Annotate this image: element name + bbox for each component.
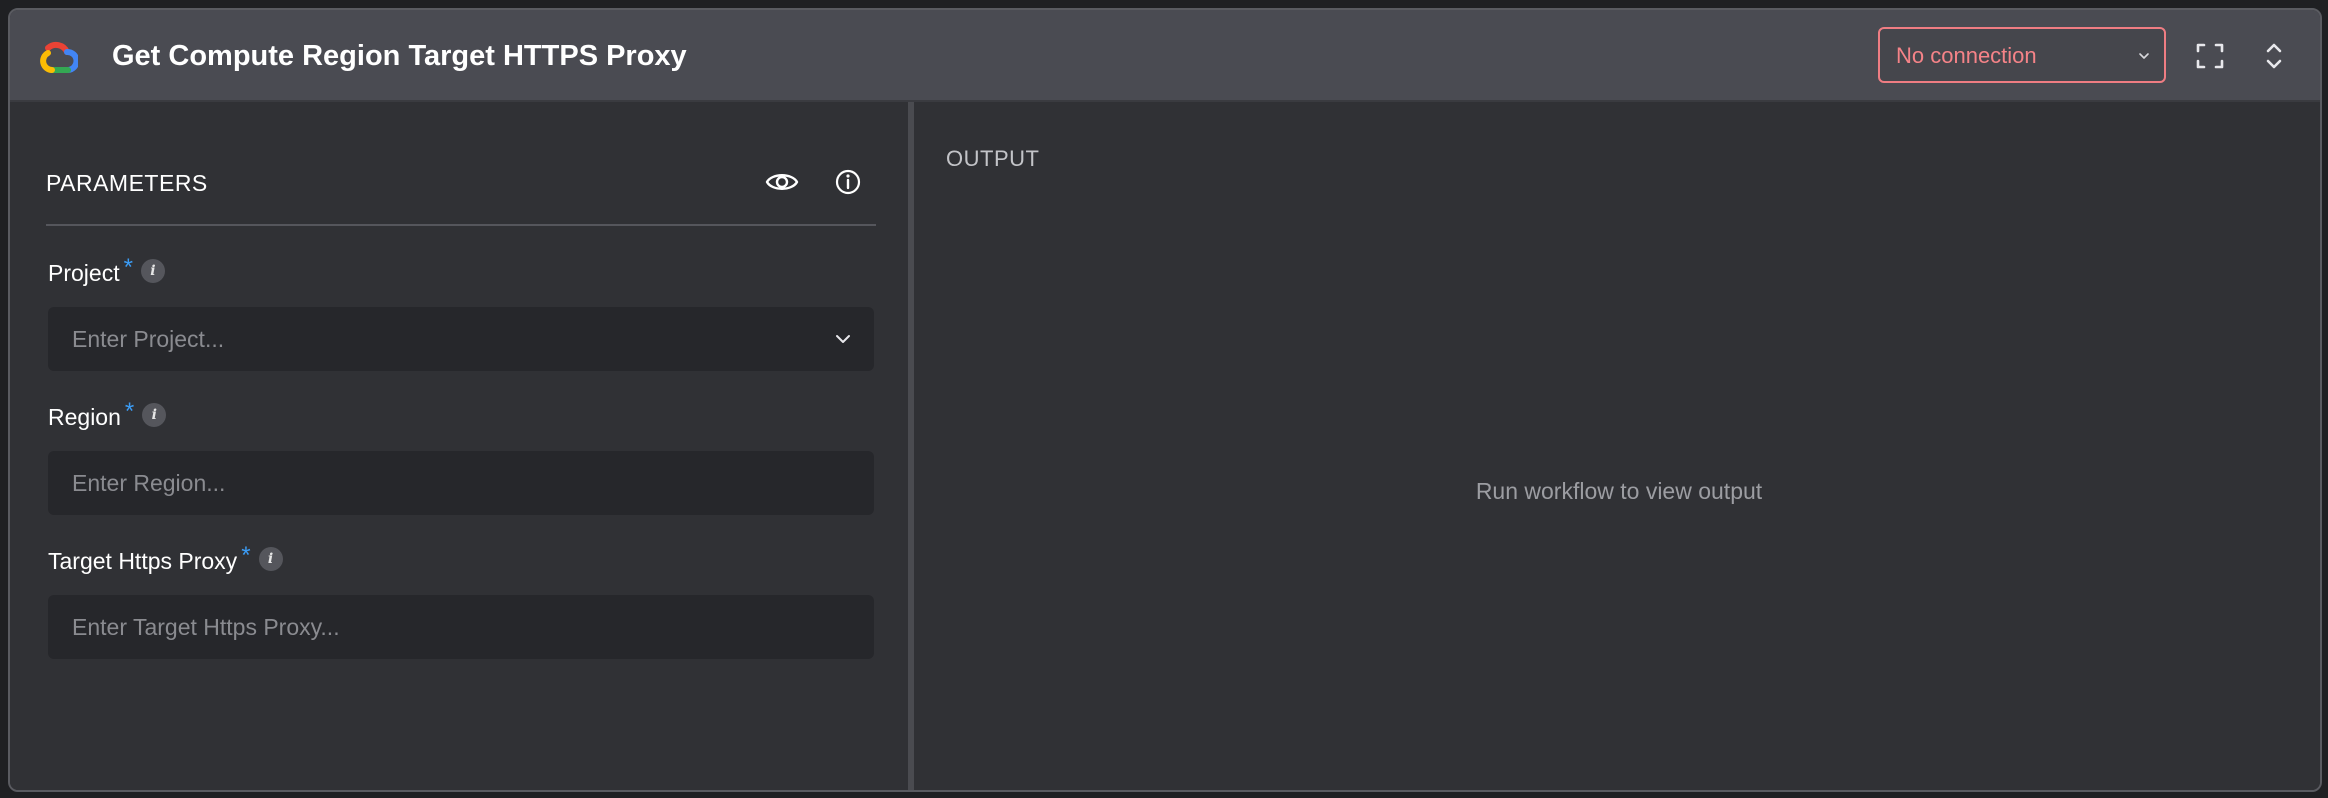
required-marker: * — [123, 254, 133, 281]
chevron-up-down-icon[interactable] — [2252, 34, 2296, 78]
info-icon[interactable]: i — [258, 547, 283, 571]
project-select-input[interactable] — [48, 307, 874, 371]
target-https-proxy-label-text: Target Https Proxy — [48, 548, 238, 574]
target-https-proxy-field-label: Target Https Proxy * i — [48, 542, 283, 576]
parameters-title: PARAMETERS — [46, 170, 208, 196]
panel-header: Get Compute Region Target HTTPS Proxy No… — [10, 10, 2320, 102]
output-title: OUTPUT — [946, 146, 1040, 171]
region-field-label: Region * i — [48, 398, 167, 432]
region-label-text: Region — [48, 404, 121, 430]
node-panel-window: Get Compute Region Target HTTPS Proxy No… — [8, 8, 2322, 792]
required-marker: * — [241, 542, 251, 569]
connection-select[interactable]: No connection — [1878, 27, 2166, 83]
project-label-text: Project — [48, 260, 120, 286]
eye-icon[interactable] — [762, 162, 802, 202]
panel-title: Get Compute Region Target HTTPS Proxy — [112, 40, 687, 72]
required-marker: * — [124, 398, 135, 425]
info-icon[interactable]: i — [142, 403, 167, 427]
google-cloud-logo-icon — [40, 41, 78, 73]
project-field-label: Project * i — [48, 254, 165, 288]
info-icon[interactable]: i — [140, 259, 165, 283]
chevron-down-icon — [2139, 53, 2149, 59]
parameters-divider — [46, 224, 876, 226]
output-pane: OUTPUT Run workflow to view output — [914, 102, 2320, 790]
output-empty-message: Run workflow to view output — [1475, 478, 1763, 504]
parameters-pane: PARAMETERS Project * i Region * i — [10, 102, 908, 790]
region-input[interactable] — [48, 451, 874, 515]
fullscreen-icon[interactable] — [2188, 34, 2232, 78]
target-https-proxy-input[interactable] — [48, 595, 874, 659]
info-icon[interactable] — [828, 162, 868, 202]
connection-select-value: No connection — [1896, 43, 2037, 68]
